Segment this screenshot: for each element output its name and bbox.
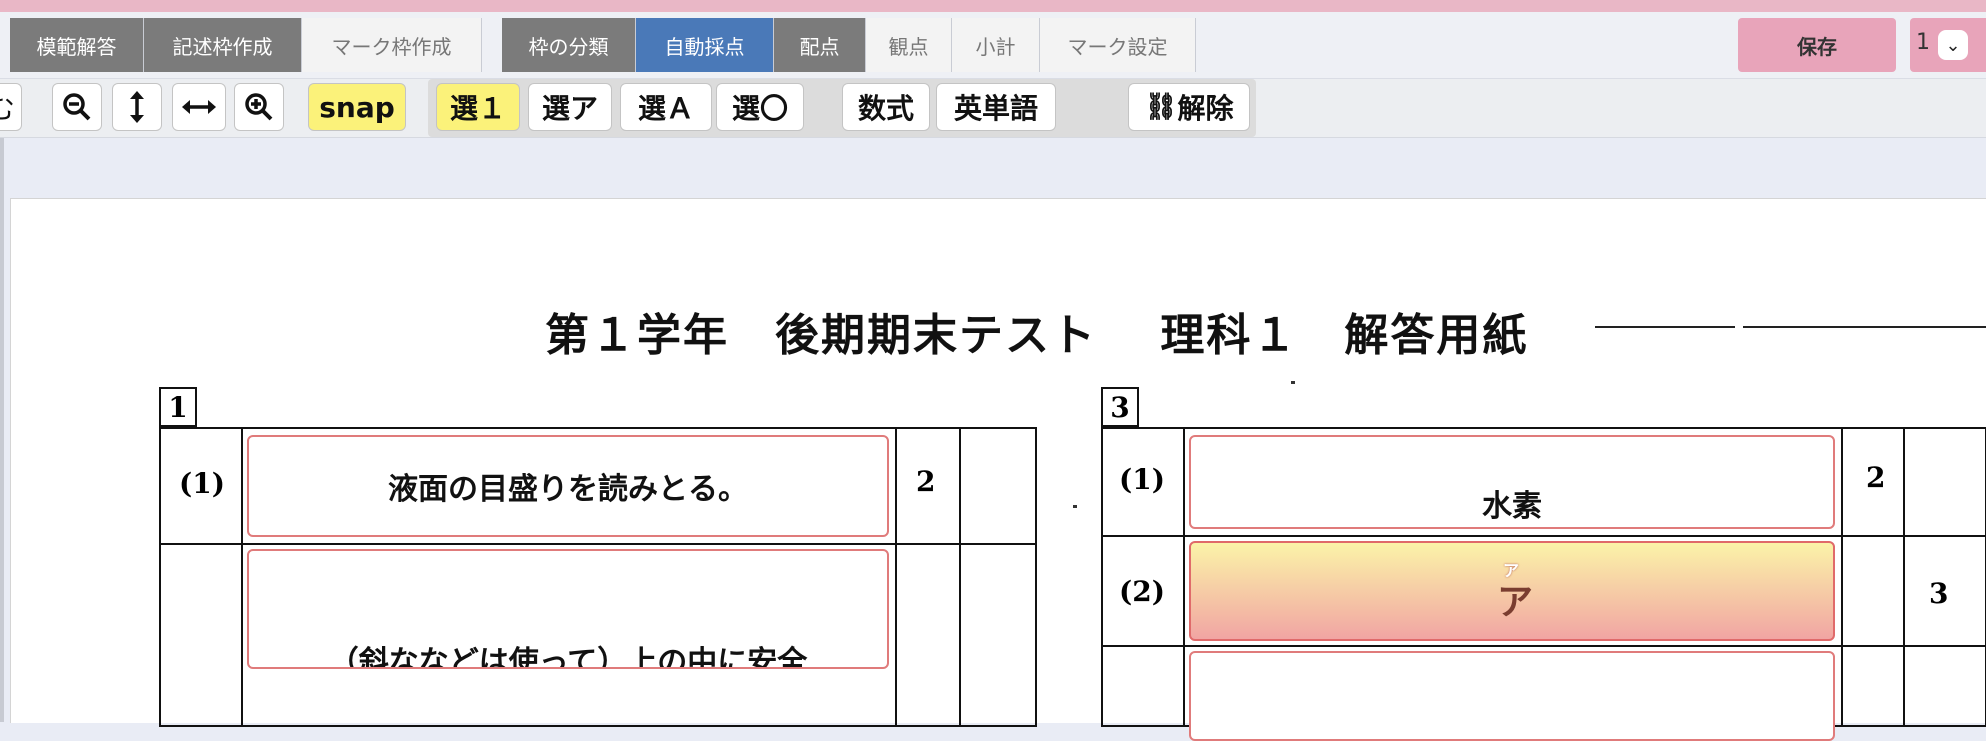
table-divider <box>241 427 243 727</box>
table-divider <box>1183 427 1185 727</box>
select-a-button[interactable]: 選Ａ <box>620 83 712 131</box>
chevron-down-icon[interactable]: ⌄ <box>1938 30 1968 60</box>
answer-sheet-page: 第１学年 後期期末テスト 理科１ 解答用紙 1 (1) 液面の目盛りを読みとる。… <box>10 198 1986 741</box>
grading-tab-group: 枠の分類 自動採点 配点 観点 小計 マーク設定 <box>502 18 1196 72</box>
page-number-glyph: 1 <box>1916 30 1930 55</box>
tab-viewpoint[interactable]: 観点 <box>866 18 952 72</box>
speck <box>1291 381 1295 384</box>
edge-tool-button[interactable]: む <box>0 83 22 131</box>
tab-frame-classify[interactable]: 枠の分類 <box>502 18 636 72</box>
page-menu-button[interactable]: 1 ⌄ <box>1910 18 1986 72</box>
save-button[interactable]: 保存 <box>1738 18 1896 72</box>
select-1-button[interactable]: 選１ <box>436 83 520 131</box>
main-toolbar: 模範解答 記述枠作成 マーク枠作成 枠の分類 自動採点 配点 観点 小計 マーク… <box>0 12 1986 79</box>
fit-height-icon[interactable] <box>112 83 162 131</box>
tab-model-answer[interactable]: 模範解答 <box>10 18 144 72</box>
answer-text: 水素 <box>1482 489 1542 524</box>
select-circle-button[interactable]: 選〇 <box>716 83 804 131</box>
tab-auto-grading[interactable]: 自動採点 <box>636 18 774 72</box>
score-value: 2 <box>916 465 936 498</box>
mode-tab-group: 模範解答 記述枠作成 マーク枠作成 <box>10 18 482 72</box>
answer-text: 液面の目盛りを読みとる。 <box>388 472 748 507</box>
zoom-out-icon[interactable] <box>52 83 102 131</box>
table-divider <box>1841 427 1843 727</box>
table-divider <box>159 543 1037 545</box>
formula-button[interactable]: 数式 <box>842 83 930 131</box>
score-value: 3 <box>1929 577 1949 610</box>
top-accent-stripe <box>0 0 1986 12</box>
tab-mark-settings[interactable]: マーク設定 <box>1040 18 1196 72</box>
sheet-title: 第１学年 後期期末テスト 理科１ 解答用紙 <box>545 310 1529 361</box>
fit-width-icon[interactable] <box>172 83 226 131</box>
title-rule-right <box>1743 326 1986 328</box>
answer-frame[interactable]: 液面の目盛りを読みとる。 <box>247 435 889 537</box>
release-button[interactable]: ⛓ 解除 <box>1128 83 1250 131</box>
answer-frame[interactable]: 水素 <box>1189 435 1835 529</box>
tab-mark-frame[interactable]: マーク枠作成 <box>302 18 482 72</box>
table-divider <box>1903 427 1905 727</box>
snap-toggle[interactable]: snap <box>308 83 406 131</box>
table-divider <box>1101 645 1986 647</box>
section-number-1: 1 <box>159 387 197 427</box>
english-word-button[interactable]: 英単語 <box>936 83 1056 131</box>
title-rule-left <box>1595 326 1735 328</box>
answer-frame[interactable] <box>1189 651 1835 741</box>
answer-text: （斜ななどは使って）上の中に安全 <box>328 645 808 669</box>
tab-points[interactable]: 配点 <box>774 18 866 72</box>
table-divider <box>1101 535 1986 537</box>
speck <box>1073 505 1077 508</box>
section-number-3: 3 <box>1101 387 1139 427</box>
tab-subtotal[interactable]: 小計 <box>952 18 1040 72</box>
row-label: (1) <box>1119 463 1165 496</box>
mark-answer-label: ア <box>1497 582 1534 623</box>
zoom-in-icon[interactable] <box>234 83 284 131</box>
scroll-gutter <box>0 138 4 722</box>
tool-toolbar: む snap 選１ 選ア 選Ａ 選〇 数式 英単語 ⛓ 解除 <box>0 79 1986 138</box>
score-value: 2 <box>1866 461 1886 494</box>
unlink-icon: ⛓ <box>1144 92 1178 122</box>
table-divider <box>895 427 897 727</box>
tab-write-frame[interactable]: 記述枠作成 <box>144 18 302 72</box>
row-label: (1) <box>179 467 225 500</box>
release-label: 解除 <box>1177 92 1234 125</box>
answer-frame[interactable]: （斜ななどは使って）上の中に安全 <box>247 549 889 669</box>
table-divider <box>959 427 961 727</box>
select-a-kana-button[interactable]: 選ア <box>528 83 612 131</box>
document-viewer: 第１学年 後期期末テスト 理科１ 解答用紙 1 (1) 液面の目盛りを読みとる。… <box>0 138 1986 741</box>
row-label: (2) <box>1119 575 1165 608</box>
